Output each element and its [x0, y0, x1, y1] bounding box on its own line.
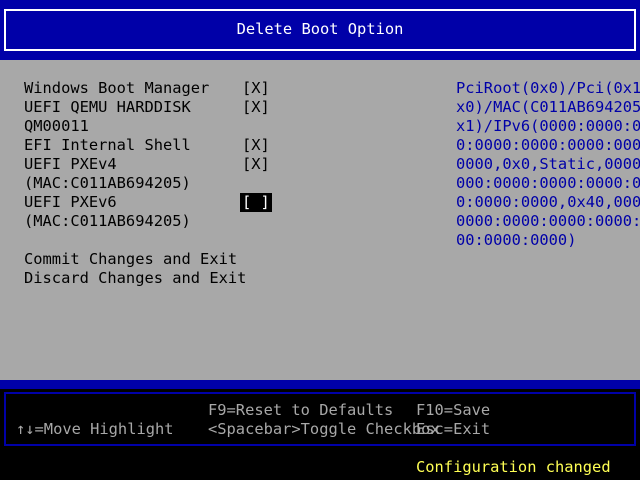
checkbox-uefi-qemu-harddisk[interactable]: [X] — [242, 98, 270, 117]
boot-option-uefi-pxev6-mac[interactable]: (MAC:C011AB694205) — [24, 212, 191, 231]
boot-option-uefi-pxev6[interactable]: UEFI PXEv6 — [24, 193, 117, 212]
help-esc-exit: Esc=Exit — [416, 420, 491, 438]
help-area: F9=Reset to Defaults F10=Save ↑↓=Move Hi… — [0, 389, 640, 449]
help-f9-reset: F9=Reset to Defaults — [208, 401, 394, 419]
checkbox-uefi-pxev4[interactable]: [X] — [242, 155, 270, 174]
device-path-line: 0000,0x0,Static,0000:0 — [456, 155, 640, 173]
separator-band — [0, 380, 640, 389]
status-message: Configuration changed — [416, 458, 611, 476]
boot-option-uefi-qemu-harddisk[interactable]: UEFI QEMU HARDDISK — [24, 98, 191, 117]
boot-option-uefi-pxev4-mac[interactable]: (MAC:C011AB694205) — [24, 174, 191, 193]
device-path-line: x0)/MAC(C011AB694205,0 — [456, 98, 640, 116]
title-bar: Delete Boot Option — [0, 0, 640, 60]
checkbox-windows-boot-manager[interactable]: [X] — [242, 79, 270, 98]
device-path-line: 000:0000:0000:0000:000 — [456, 174, 640, 192]
boot-option-windows-boot-manager[interactable]: Windows Boot Manager — [24, 79, 209, 98]
boot-option-uefi-qemu-harddisk-serial[interactable]: QM00011 — [24, 117, 89, 136]
help-move-highlight: ↑↓=Move Highlight — [16, 420, 174, 438]
help-f10-save: F10=Save — [416, 401, 491, 419]
boot-option-efi-internal-shell[interactable]: EFI Internal Shell — [24, 136, 191, 155]
device-path-line: x1)/IPv6(0000:0000:000 — [456, 117, 640, 135]
device-path-line: 0000:0000:0000:0000:00 — [456, 212, 640, 230]
device-path-line: 0:0000:0000:0000:0000: — [456, 136, 640, 154]
page-title: Delete Boot Option — [236, 20, 404, 38]
checkbox-efi-internal-shell[interactable]: [X] — [242, 136, 270, 155]
main-panel: Windows Boot Manager [X] UEFI QEMU HARDD… — [0, 60, 640, 380]
device-path-line: PciRoot(0x0)/Pci(0x1,0 — [456, 79, 640, 97]
commit-changes-button[interactable]: Commit Changes and Exit — [24, 250, 237, 269]
discard-changes-button[interactable]: Discard Changes and Exit — [24, 269, 246, 288]
checkbox-uefi-pxev6[interactable]: [ ] — [240, 193, 272, 212]
device-path-line: 00:0000:0000) — [456, 231, 577, 249]
help-spacebar-toggle: <Spacebar>Toggle Checkbox — [208, 420, 440, 438]
boot-option-uefi-pxev4[interactable]: UEFI PXEv4 — [24, 155, 117, 174]
device-path-line: 0:0000:0000,0x40,0000: — [456, 193, 640, 211]
